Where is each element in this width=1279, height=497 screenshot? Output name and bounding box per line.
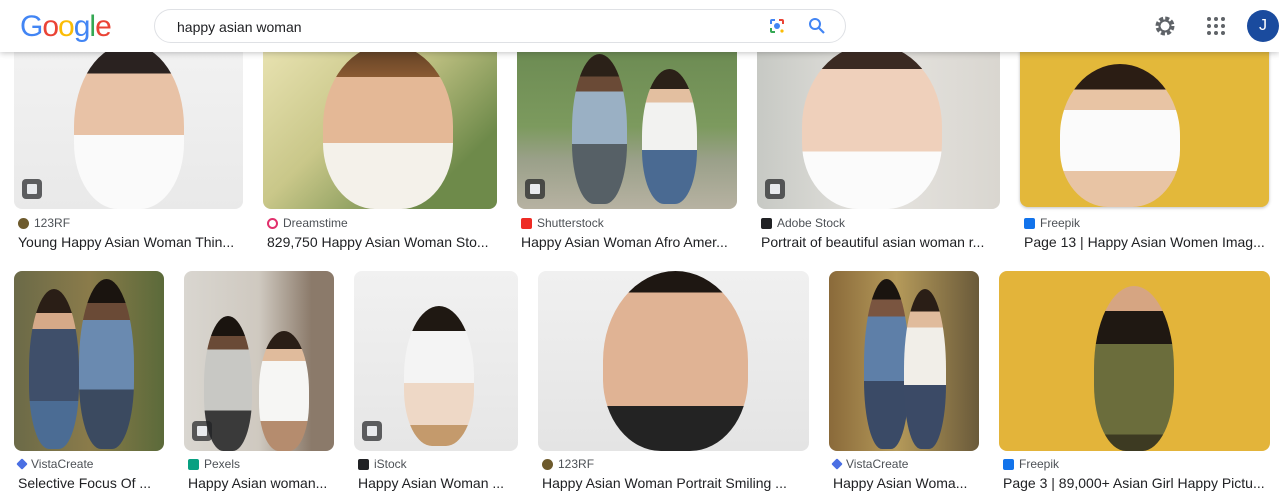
search-box [154, 9, 846, 43]
subject-figure [904, 289, 946, 449]
result-image[interactable] [263, 44, 497, 209]
result-image[interactable] [14, 44, 243, 209]
source-favicon-icon [188, 458, 199, 470]
source-name: VistaCreate [846, 457, 909, 471]
source-favicon-icon [1024, 217, 1035, 229]
result-source[interactable]: 123RF [542, 457, 594, 471]
image-badge-icon [192, 421, 212, 441]
subject-figure [603, 271, 748, 451]
account-avatar[interactable]: J [1247, 10, 1279, 42]
result-image[interactable] [999, 271, 1270, 451]
google-lens-icon[interactable] [767, 16, 787, 36]
subject-figure [323, 44, 453, 209]
source-favicon-icon [358, 458, 369, 470]
result-source[interactable]: VistaCreate [16, 457, 94, 471]
apps-grid-icon[interactable] [1204, 14, 1228, 38]
source-name: Freepik [1040, 216, 1081, 230]
result-source[interactable]: iStock [358, 457, 407, 471]
source-name: Freepik [1019, 457, 1060, 471]
result-image[interactable] [829, 271, 979, 451]
source-favicon-icon [18, 217, 29, 229]
result-source[interactable]: Adobe Stock [761, 216, 845, 230]
result-caption[interactable]: Happy Asian Woman Portrait Smiling ... [542, 475, 808, 491]
result-source[interactable]: 123RF [18, 216, 70, 230]
result-source[interactable]: Freepik [1003, 457, 1059, 471]
result-caption[interactable]: Selective Focus Of ... [18, 475, 163, 491]
search-icon[interactable] [807, 16, 827, 36]
top-bar: Google J [0, 0, 1279, 52]
result-image[interactable] [517, 44, 737, 209]
logo-letter: o [58, 10, 75, 43]
logo-letter: g [73, 10, 91, 43]
source-name: 123RF [34, 216, 71, 230]
result-image[interactable] [1020, 44, 1269, 207]
result-image[interactable] [354, 271, 518, 451]
source-favicon-icon [761, 217, 772, 229]
subject-figure [79, 279, 134, 449]
result-source[interactable]: Shutterstock [521, 216, 604, 230]
subject-figure [572, 54, 627, 204]
result-source[interactable]: Pexels [188, 457, 240, 471]
result-image[interactable] [184, 271, 334, 451]
search-input[interactable] [175, 16, 739, 38]
image-badge-icon [22, 179, 42, 199]
subject-figure [74, 44, 184, 209]
source-favicon-icon [521, 217, 532, 229]
result-caption[interactable]: Young Happy Asian Woman Thin... [18, 234, 242, 250]
subject-figure [802, 44, 942, 209]
source-favicon-icon [831, 458, 843, 470]
result-caption[interactable]: Happy Asian woman... [188, 475, 333, 491]
result-caption[interactable]: Portrait of beautiful asian woman r... [761, 234, 999, 250]
logo-letter: o [42, 10, 59, 43]
source-name: Adobe Stock [777, 216, 846, 230]
result-caption[interactable]: Page 3 | 89,000+ Asian Girl Happy Pictu.… [1003, 475, 1269, 491]
subject-figure [1060, 64, 1180, 207]
subject-figure [864, 279, 909, 449]
source-name: Dreamstime [283, 216, 348, 230]
result-caption[interactable]: Page 13 | Happy Asian Women Imag... [1024, 234, 1272, 250]
result-image[interactable] [757, 44, 1000, 209]
subject-figure [259, 331, 309, 451]
source-favicon-icon [16, 458, 28, 470]
result-caption[interactable]: Happy Asian Woma... [833, 475, 978, 491]
logo-letter: G [20, 10, 43, 43]
result-source[interactable]: Dreamstime [267, 216, 348, 230]
source-name: iStock [374, 457, 407, 471]
result-caption[interactable]: 829,750 Happy Asian Woman Sto... [267, 234, 495, 250]
source-favicon-icon [267, 217, 278, 229]
result-image[interactable] [14, 271, 164, 451]
result-caption[interactable]: Happy Asian Woman ... [358, 475, 518, 491]
result-image[interactable] [538, 271, 809, 451]
source-name: 123RF [558, 457, 595, 471]
logo-letter: e [95, 10, 112, 43]
result-source[interactable]: VistaCreate [831, 457, 909, 471]
settings-gear-icon[interactable] [1153, 14, 1177, 38]
source-name: Pexels [204, 457, 241, 471]
source-favicon-icon [542, 458, 553, 470]
subject-figure [642, 69, 697, 204]
source-name: VistaCreate [31, 457, 94, 471]
image-badge-icon [765, 179, 785, 199]
source-favicon-icon [1003, 458, 1014, 470]
subject-figure [29, 289, 79, 449]
result-caption[interactable]: Happy Asian Woman Afro Amer... [521, 234, 735, 250]
image-badge-icon [525, 179, 545, 199]
google-logo[interactable]: Google [20, 10, 112, 44]
subject-figure [404, 306, 474, 446]
image-badge-icon [362, 421, 382, 441]
result-source[interactable]: Freepik [1024, 216, 1080, 230]
source-name: Shutterstock [537, 216, 604, 230]
subject-figure [1094, 286, 1174, 451]
